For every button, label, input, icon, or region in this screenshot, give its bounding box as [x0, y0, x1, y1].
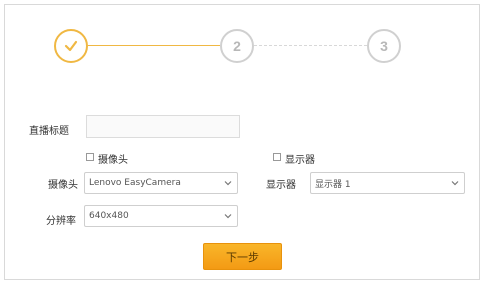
step-3: 3 [367, 29, 401, 63]
step-2: 2 [220, 29, 254, 63]
live-title-label: 直播标题 [29, 126, 69, 137]
step-connector-complete [88, 45, 220, 46]
step-1-done [54, 29, 88, 63]
camera-checkbox[interactable] [86, 153, 94, 161]
next-step-button[interactable]: 下一步 [203, 243, 282, 270]
display-label: 显示器 [266, 180, 296, 191]
chevron-down-icon [451, 181, 459, 186]
resolution-select-value: 640x480 [89, 211, 129, 221]
display-select-value: 显示器 1 [315, 179, 351, 190]
chevron-down-icon [224, 214, 232, 219]
check-icon [64, 40, 78, 52]
camera-checkbox-label: 摄像头 [98, 155, 128, 166]
display-checkbox[interactable] [273, 153, 281, 161]
chevron-down-icon [224, 181, 232, 186]
step-connector-pending [254, 45, 367, 46]
live-title-input[interactable] [86, 115, 240, 138]
camera-select-value: Lenovo EasyCamera [89, 178, 181, 188]
camera-label: 摄像头 [48, 180, 78, 191]
display-select[interactable]: 显示器 1 [310, 172, 465, 194]
camera-select[interactable]: Lenovo EasyCamera [84, 172, 238, 194]
resolution-select[interactable]: 640x480 [84, 205, 238, 227]
display-checkbox-label: 显示器 [285, 155, 315, 166]
resolution-label: 分辨率 [46, 216, 76, 227]
